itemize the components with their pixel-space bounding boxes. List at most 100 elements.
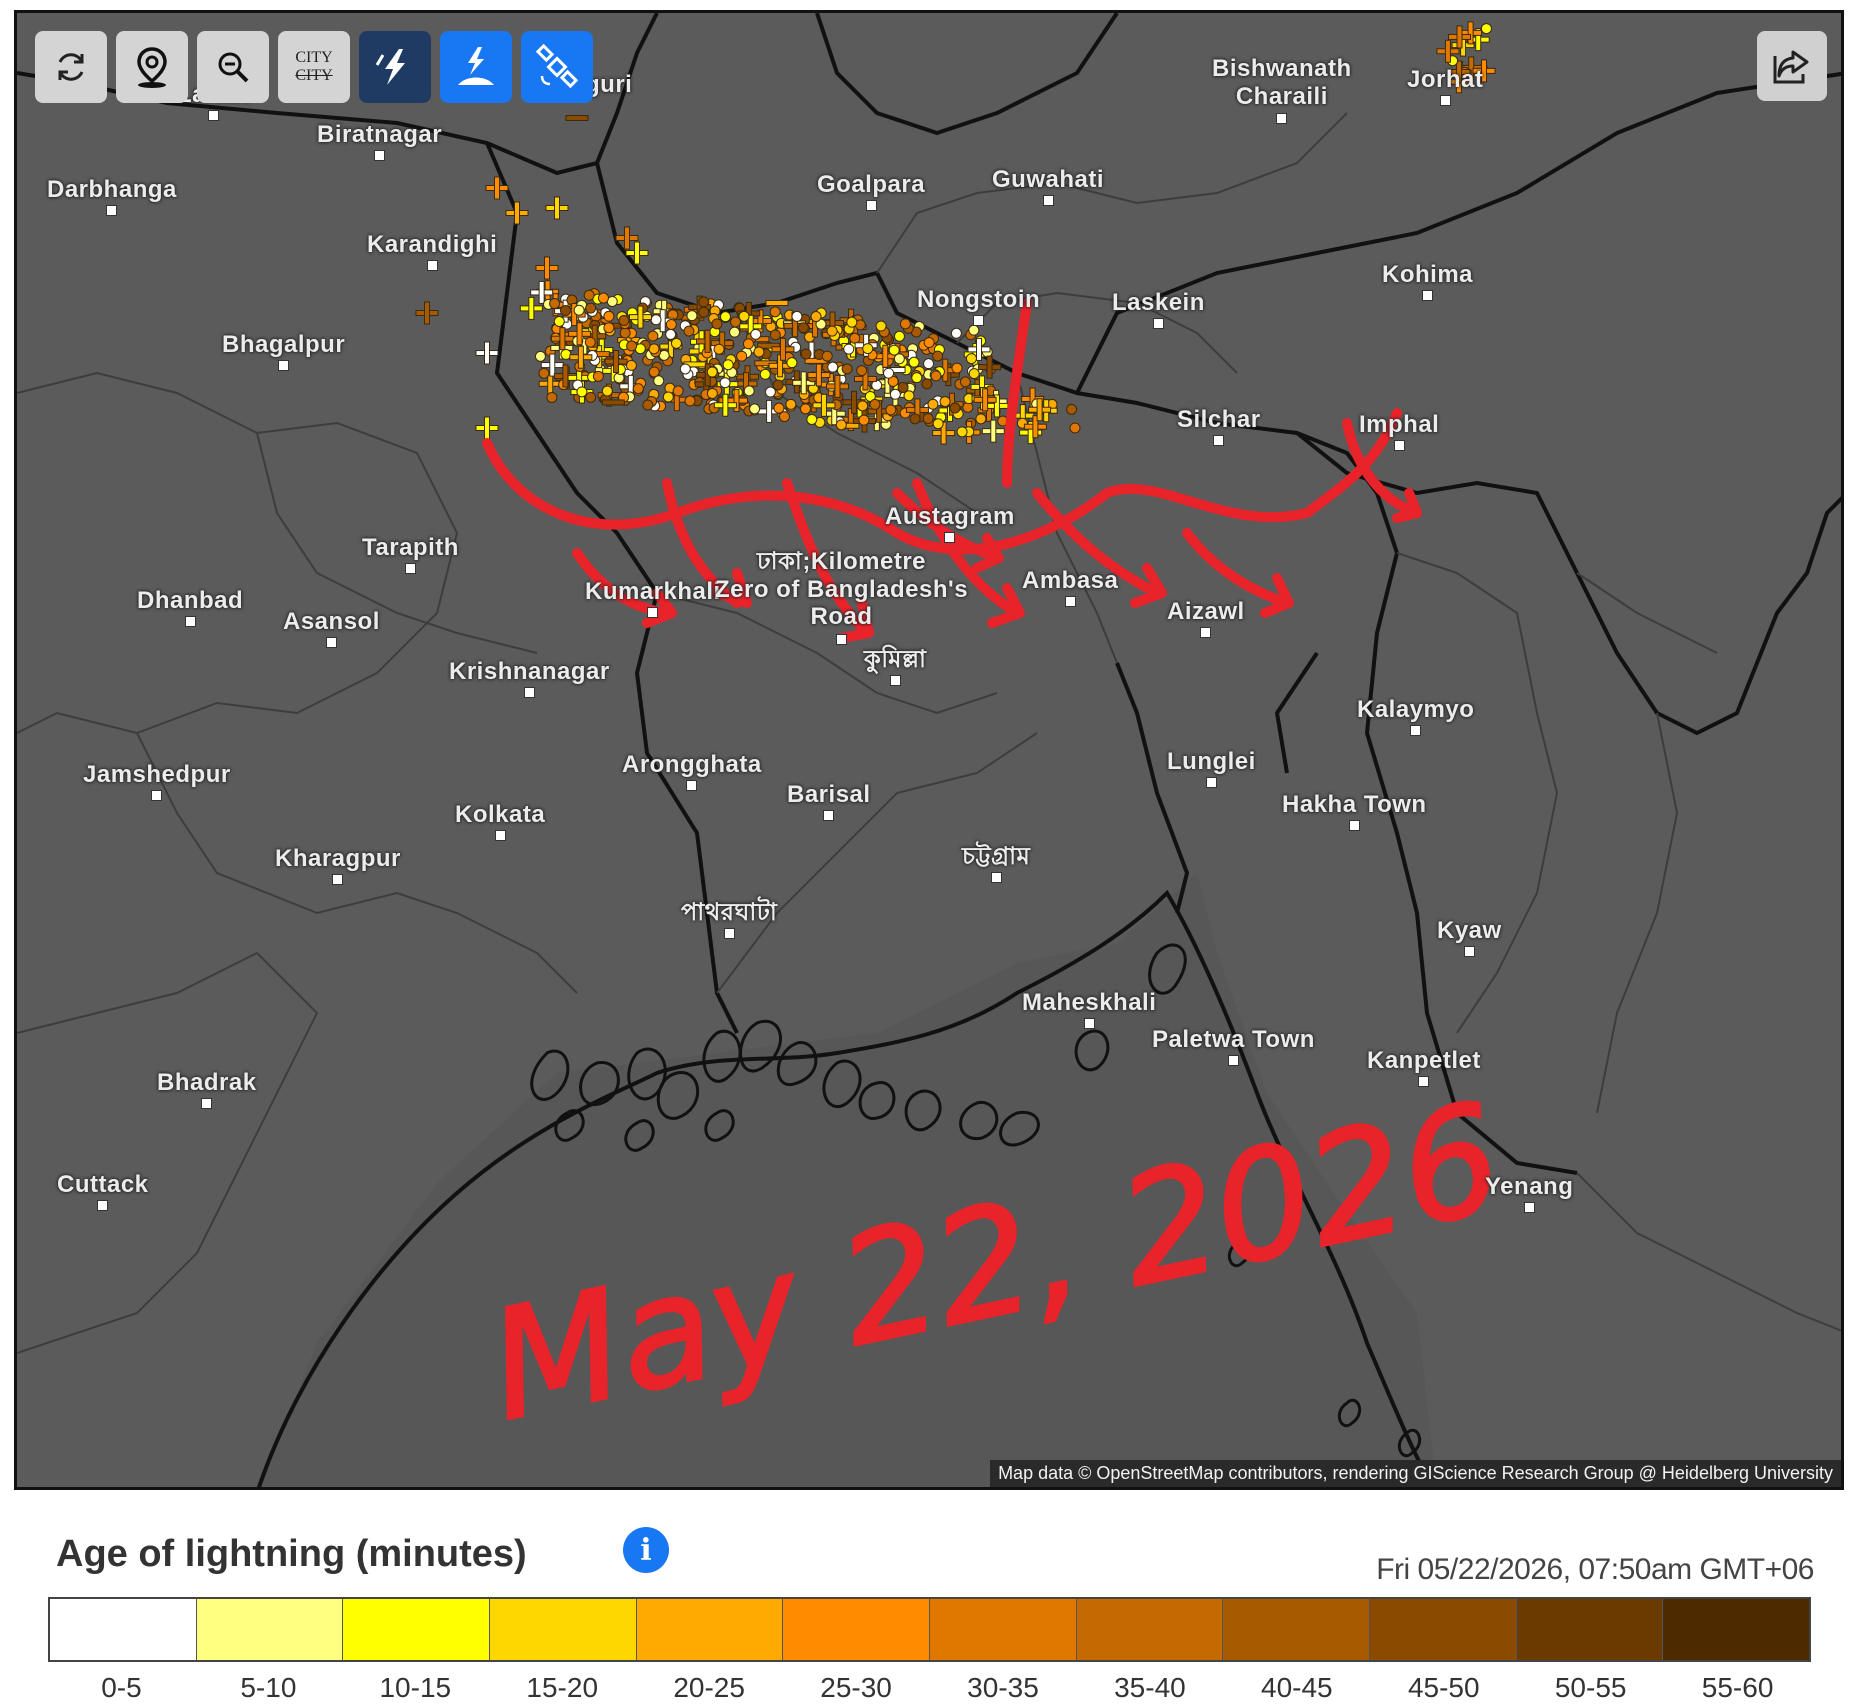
place-marker — [332, 874, 344, 885]
scale-swatch — [490, 1599, 637, 1660]
place-label: ঢাকা;Kilometre Zero of Bangladesh's Road — [715, 548, 968, 645]
place-name: Karandighi — [367, 231, 498, 258]
lightning-icon — [375, 49, 405, 85]
place-label: Aizawl — [1167, 600, 1245, 638]
place-label: পাথরঘাটা — [681, 901, 777, 939]
ground-strike-button[interactable] — [440, 31, 512, 103]
place-name: Kanpetlet — [1367, 1047, 1481, 1074]
age-color-scale — [48, 1597, 1811, 1662]
refresh-button[interactable] — [35, 31, 107, 103]
place-label: Bhadrak — [157, 1071, 257, 1109]
place-label: Yenang — [1485, 1175, 1573, 1213]
place-label: Jorhat — [1407, 68, 1483, 106]
place-label: Kolkata — [455, 803, 545, 841]
scale-label: 35-40 — [1114, 1672, 1186, 1703]
place-marker — [1227, 1055, 1239, 1066]
place-label: Kharagpur — [275, 847, 401, 885]
place-marker — [944, 532, 956, 543]
place-marker — [1205, 777, 1217, 788]
ground-strike-icon — [458, 47, 494, 85]
place-label: Krishnanagar — [449, 660, 610, 698]
place-marker — [404, 563, 416, 574]
place-name: Austagram — [885, 503, 1015, 530]
lightning-layer-button[interactable] — [359, 31, 431, 103]
place-marker — [1348, 820, 1360, 831]
place-name: Biratnagar — [317, 121, 443, 148]
lightning-map[interactable]: May 22, 2026 LahanSiliguriBiratnagarDarb… — [14, 10, 1844, 1490]
place-name: Ambasa — [1022, 567, 1119, 594]
place-marker — [1200, 627, 1212, 638]
place-name: Paletwa Town — [1152, 1026, 1315, 1053]
scale-swatch — [636, 1599, 784, 1660]
place-label: Kohima — [1382, 263, 1473, 301]
annotation-text: May 22, 2026 — [476, 1071, 1516, 1454]
scale-label: 55-60 — [1701, 1672, 1774, 1703]
scale-label: 40-45 — [1261, 1672, 1333, 1703]
place-label: Maheskhali — [1022, 991, 1156, 1029]
age-scale-labels: 0-5 5-10 10-15 15-20 20-25 25-30 30-35 35-40 40-… — [48, 1672, 1811, 1704]
place-name: Jamshedpur — [83, 761, 231, 788]
place-label: চট্টগ্রাম — [962, 845, 1030, 883]
place-marker — [823, 810, 835, 821]
place-label: Kyaw — [1437, 919, 1502, 957]
place-name: Cuttack — [57, 1171, 149, 1198]
place-marker — [723, 928, 735, 939]
info-icon[interactable]: i — [623, 1527, 669, 1573]
place-name: Kalaymyo — [1357, 696, 1475, 723]
scale-swatch — [1516, 1599, 1664, 1660]
place-name: Kumarkhali — [585, 578, 721, 605]
location-pin-icon — [137, 47, 167, 88]
place-marker — [889, 675, 901, 686]
place-label: Silchar — [1177, 408, 1261, 446]
place-marker — [374, 150, 386, 161]
place-marker — [208, 110, 220, 121]
scale-swatch — [1076, 1599, 1224, 1660]
place-label: Bishwanath Charaili — [1212, 55, 1352, 125]
place-name: Jorhat — [1407, 66, 1484, 93]
place-name: Kyaw — [1437, 917, 1502, 944]
satellite-icon — [535, 44, 579, 89]
legend-title: Age of lightning (minutes) — [56, 1533, 527, 1575]
share-icon — [1773, 50, 1809, 84]
place-name: Bhagalpur — [222, 331, 346, 358]
place-marker — [647, 607, 659, 618]
place-marker — [1152, 318, 1164, 329]
zoom-out-icon — [218, 52, 249, 83]
place-label: Goalpara — [817, 173, 925, 211]
place-marker — [278, 360, 290, 371]
place-name: ঢাকা;Kilometre Zero of Bangladesh's Road — [715, 548, 969, 631]
place-name: Dhanbad — [137, 587, 244, 614]
share-button[interactable] — [1757, 31, 1827, 101]
place-label: Arongghata — [622, 753, 762, 791]
place-marker — [184, 616, 196, 627]
city-labels-toggle[interactable]: CITY CITY — [278, 31, 350, 103]
place-name: Silchar — [1177, 406, 1261, 433]
place-name: কুমিল্লা — [864, 646, 927, 673]
scale-swatch — [196, 1599, 344, 1660]
satellite-button[interactable] — [521, 31, 593, 103]
place-name: Barisal — [787, 781, 871, 808]
place-name: Yenang — [1485, 1173, 1574, 1200]
zoom-out-button[interactable] — [197, 31, 269, 103]
scale-swatch — [783, 1599, 931, 1660]
location-button[interactable] — [116, 31, 188, 103]
place-label: Dhanbad — [137, 589, 243, 627]
place-label: Ambasa — [1022, 569, 1118, 607]
map-attribution[interactable]: Map data © OpenStreetMap contributors, r… — [990, 1460, 1841, 1487]
place-label: Cuttack — [57, 1173, 149, 1211]
scale-label: 15-20 — [526, 1672, 599, 1703]
place-label: Guwahati — [992, 168, 1104, 206]
place-name: Aizawl — [1167, 598, 1245, 625]
place-name: Darbhanga — [47, 176, 177, 203]
scale-label: 5-10 — [240, 1672, 297, 1703]
city-toggle-icon: CITY CITY — [295, 49, 333, 84]
place-label: Nongstoin — [917, 288, 1040, 326]
place-name: পাথরঘাটা — [681, 899, 778, 926]
scale-swatch — [1370, 1599, 1517, 1660]
timestamp: Fri 05/22/2026, 07:50am GMT+06 — [1376, 1553, 1814, 1586]
place-marker — [494, 830, 506, 841]
place-marker — [426, 260, 438, 271]
place-name: Laskein — [1112, 289, 1205, 316]
place-marker — [1463, 946, 1475, 957]
place-label: Tarapith — [362, 536, 459, 574]
